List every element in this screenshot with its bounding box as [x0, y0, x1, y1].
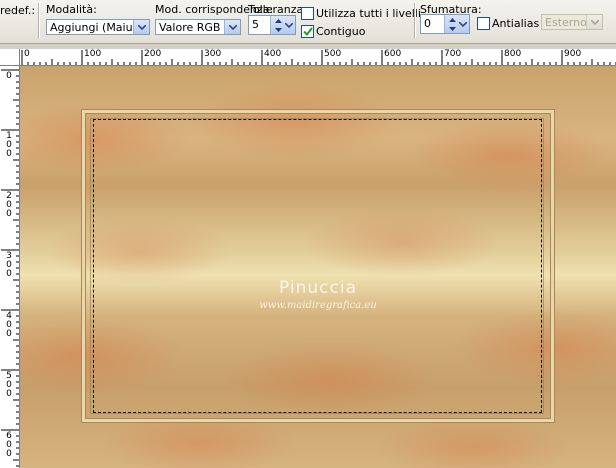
ruler-label: 700	[444, 49, 462, 59]
horizontal-ruler[interactable]: 0 100 200 300 400 500 600 700 800 900	[0, 49, 616, 66]
use-all-layers-checkbox[interactable]	[301, 7, 314, 20]
ruler-label: 600	[384, 49, 402, 59]
image-canvas[interactable]: Pinuccia www.maidiregrafica.eu	[20, 66, 616, 468]
watermark-title: Pinuccia	[279, 278, 357, 298]
ruler-label: 100	[84, 49, 102, 59]
ruler-label: 300	[6, 251, 12, 279]
antialias-side-value: Esterno	[545, 16, 587, 29]
ruler-label: 100	[6, 131, 12, 159]
feather-spinner[interactable]: 0	[420, 14, 470, 34]
feather-value: 0	[424, 17, 431, 30]
watermark-url: www.maidiregrafica.eu	[259, 300, 377, 311]
spin-down-icon[interactable]	[447, 24, 457, 33]
ruler-label: 200	[144, 49, 162, 59]
spin-up-icon[interactable]	[447, 15, 457, 24]
checkmark-icon	[302, 27, 313, 36]
tolerance-spinner-controls	[270, 16, 295, 34]
chevron-down-icon[interactable]	[224, 20, 240, 34]
ruler-label: 500	[324, 49, 342, 59]
feather-spinner-controls	[444, 15, 469, 33]
ruler-label: 200	[6, 191, 12, 219]
antialias-side-select: Esterno	[541, 14, 603, 30]
presets-label: redef.:	[0, 4, 36, 17]
tool-options-toolbar: redef.: Modalità: Aggiungi (Maiusc) Mod.…	[0, 0, 616, 44]
ruler-label: 400	[264, 49, 282, 59]
spin-up-icon[interactable]	[273, 16, 283, 25]
ruler-label: 0	[6, 71, 12, 81]
use-all-layers-label: Utilizza tutti i livelli	[316, 7, 421, 20]
chevron-down-icon[interactable]	[458, 18, 468, 30]
chevron-down-icon	[586, 15, 602, 29]
ruler-label: 0	[24, 49, 30, 59]
ruler-label: 800	[504, 49, 522, 59]
mode-select[interactable]: Aggiungi (Maiusc)	[46, 19, 150, 35]
ruler-label: 300	[204, 49, 222, 59]
tolerance-value: 5	[252, 18, 259, 31]
ruler-label: 400	[6, 311, 12, 339]
toolbar-separator	[414, 3, 415, 39]
antialias-checkbox[interactable]	[477, 17, 490, 30]
tolerance-spinner[interactable]: 5	[248, 15, 296, 35]
match-mode-select[interactable]: Valore RGB	[155, 19, 241, 35]
vertical-ruler[interactable]: 0 100 200 300 400 500 600	[0, 66, 20, 468]
chevron-down-icon[interactable]	[284, 19, 294, 31]
ruler-label: 900	[564, 49, 582, 59]
chevron-down-icon[interactable]	[133, 20, 149, 34]
contiguous-label: Contiguo	[316, 25, 366, 38]
mode-label: Modalità:	[46, 3, 97, 16]
spin-down-icon[interactable]	[273, 25, 283, 34]
contiguous-checkbox[interactable]	[301, 25, 314, 38]
antialias-label: Antialias	[492, 17, 540, 30]
ruler-label: 600	[6, 431, 12, 459]
toolbar-separator	[38, 3, 39, 39]
selection-marquee[interactable]	[93, 119, 542, 413]
ruler-label: 500	[6, 371, 12, 399]
ruler-corner	[0, 49, 20, 66]
match-mode-value: Valore RGB	[159, 21, 221, 34]
